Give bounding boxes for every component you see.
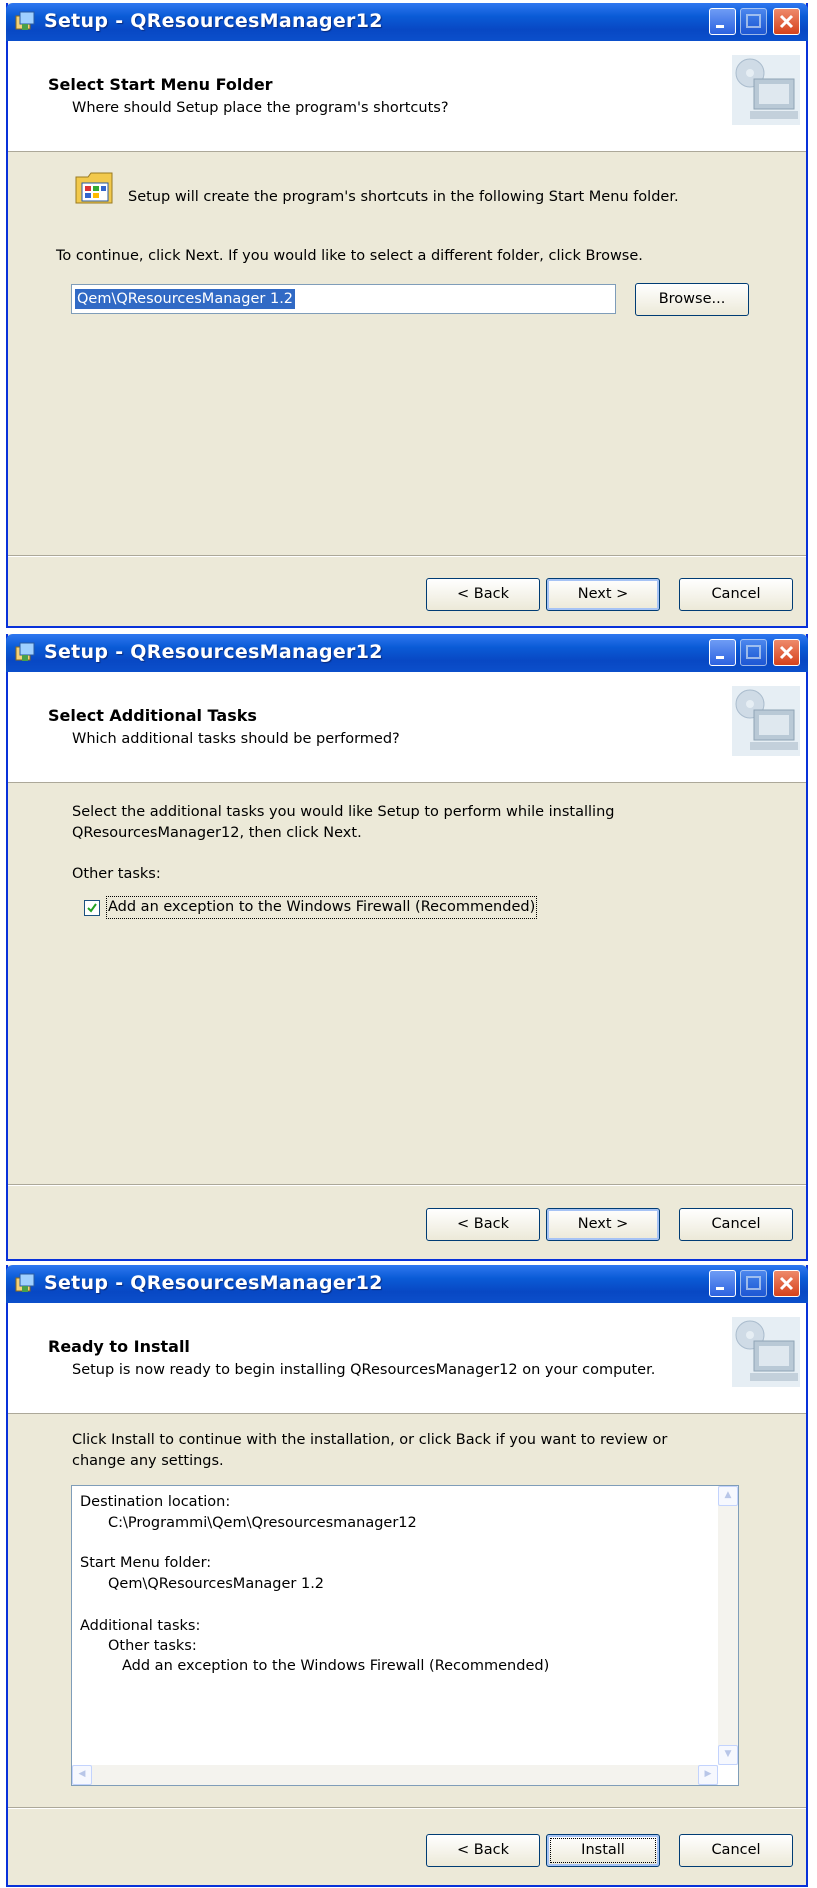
firewall-task-summary: Add an exception to the Windows Firewall… <box>122 1658 550 1674</box>
page-subtitle: Where should Setup place the program's s… <box>72 100 449 116</box>
page-subtitle: Which additional tasks should be perform… <box>72 731 400 747</box>
minimize-button[interactable] <box>709 8 736 35</box>
close-icon <box>779 14 794 29</box>
page-title: Select Start Menu Folder <box>48 75 273 94</box>
firewall-task-checkbox[interactable] <box>84 900 100 916</box>
install-summary-memo[interactable]: Destination location: C:\Programmi\Qem\Q… <box>71 1485 739 1786</box>
additional-tasks-label: Additional tasks: <box>80 1618 201 1634</box>
footer-separator <box>8 1184 806 1186</box>
instruction-line-2: QResourcesManager12, then click Next. <box>72 825 362 841</box>
browse-button[interactable]: Browse... <box>635 283 749 316</box>
other-tasks-label: Other tasks: <box>108 1638 197 1654</box>
scroll-left-icon[interactable]: ◀ <box>72 1765 92 1785</box>
maximize-button[interactable] <box>740 639 767 666</box>
setup-window-additional-tasks: Setup - QResourcesManager12 Select Addit… <box>6 634 808 1261</box>
cancel-button[interactable]: Cancel <box>679 1834 793 1867</box>
window-title: Setup - QResourcesManager12 <box>44 641 383 663</box>
info-text: Setup will create the program's shortcut… <box>128 189 679 205</box>
window-title: Setup - QResourcesManager12 <box>44 1272 383 1294</box>
start-menu-folder-input[interactable]: Qem\QResourcesManager 1.2 <box>71 284 616 314</box>
page-subtitle: Setup is now ready to begin installing Q… <box>72 1362 656 1378</box>
wizard-header: Select Additional Tasks Which additional… <box>8 672 806 783</box>
wizard-header: Ready to Install Setup is now ready to b… <box>8 1303 806 1414</box>
close-icon <box>779 645 794 660</box>
setup-computer-icon <box>732 686 800 756</box>
maximize-icon <box>746 1276 761 1290</box>
instruction-text: To continue, click Next. If you would li… <box>56 248 643 264</box>
instruction-line-2: change any settings. <box>72 1453 224 1469</box>
footer-separator <box>8 1807 806 1809</box>
cancel-button[interactable]: Cancel <box>679 578 793 611</box>
dest-location-label: Destination location: <box>80 1494 231 1510</box>
firewall-task-label[interactable]: Add an exception to the Windows Firewall… <box>105 896 538 919</box>
install-button[interactable]: Install <box>546 1834 660 1867</box>
minimize-button[interactable] <box>709 1270 736 1297</box>
close-button[interactable] <box>773 8 800 35</box>
scroll-right-icon[interactable]: ▶ <box>698 1765 718 1785</box>
setup-app-icon <box>15 1273 35 1292</box>
close-icon <box>779 1276 794 1291</box>
maximize-button[interactable] <box>740 8 767 35</box>
task-group-label: Other tasks: <box>72 866 161 882</box>
title-bar[interactable]: Setup - QResourcesManager12 <box>6 1265 808 1303</box>
window-title: Setup - QResourcesManager12 <box>44 10 383 32</box>
back-button[interactable]: < Back <box>426 1208 540 1241</box>
page-title: Select Additional Tasks <box>48 706 257 725</box>
setup-computer-icon <box>732 1317 800 1387</box>
setup-window-ready-to-install: Setup - QResourcesManager12 Ready to Ins… <box>6 1265 808 1887</box>
setup-computer-icon <box>732 55 800 125</box>
maximize-button[interactable] <box>740 1270 767 1297</box>
title-bar[interactable]: Setup - QResourcesManager12 <box>6 634 808 672</box>
folder-input-value: Qem\QResourcesManager 1.2 <box>75 289 296 309</box>
minimize-icon <box>716 656 724 659</box>
instruction-line-1: Click Install to continue with the insta… <box>72 1432 668 1448</box>
checkmark-icon <box>87 903 97 913</box>
start-menu-label: Start Menu folder: <box>80 1555 212 1571</box>
back-button[interactable]: < Back <box>426 578 540 611</box>
scroll-up-icon[interactable]: ▲ <box>718 1486 738 1506</box>
cancel-button[interactable]: Cancel <box>679 1208 793 1241</box>
close-button[interactable] <box>773 639 800 666</box>
next-button[interactable]: Next > <box>546 1208 660 1241</box>
close-button[interactable] <box>773 1270 800 1297</box>
back-button[interactable]: < Back <box>426 1834 540 1867</box>
dest-location-value: C:\Programmi\Qem\Qresourcesmanager12 <box>108 1515 417 1531</box>
maximize-icon <box>746 645 761 659</box>
start-menu-folder-icon <box>75 172 113 204</box>
horizontal-scrollbar[interactable]: ◀ ▶ <box>72 1765 718 1785</box>
next-button[interactable]: Next > <box>546 578 660 611</box>
footer-separator <box>8 555 806 557</box>
scroll-down-icon[interactable]: ▼ <box>718 1745 738 1765</box>
start-menu-value: Qem\QResourcesManager 1.2 <box>108 1576 325 1592</box>
setup-app-icon <box>15 11 35 30</box>
minimize-icon <box>716 1287 724 1290</box>
instruction-line-1: Select the additional tasks you would li… <box>72 804 615 820</box>
setup-window-start-menu: Setup - QResourcesManager12 Select Start… <box>6 3 808 628</box>
maximize-icon <box>746 14 761 28</box>
minimize-icon <box>716 25 724 28</box>
page-title: Ready to Install <box>48 1337 190 1356</box>
vertical-scrollbar[interactable]: ▲ ▼ <box>718 1486 738 1765</box>
setup-app-icon <box>15 642 35 661</box>
title-bar[interactable]: Setup - QResourcesManager12 <box>6 3 808 41</box>
wizard-header: Select Start Menu Folder Where should Se… <box>8 41 806 152</box>
minimize-button[interactable] <box>709 639 736 666</box>
